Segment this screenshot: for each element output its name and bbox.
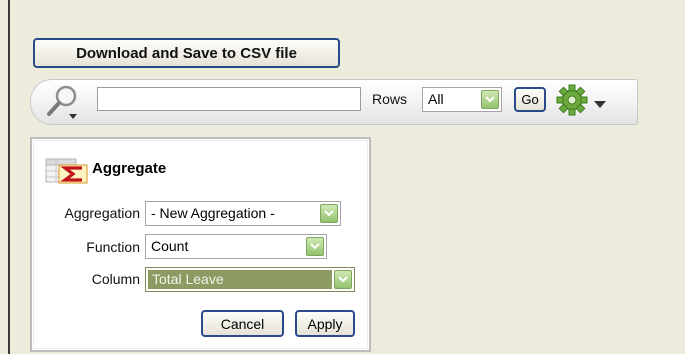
rows-label: Rows <box>372 91 408 107</box>
dropdown-arrow-icon[interactable] <box>481 90 499 109</box>
dropdown-arrow-icon[interactable] <box>334 270 352 289</box>
gear-icon[interactable] <box>556 84 612 116</box>
dropdown-arrow-icon[interactable] <box>306 237 324 256</box>
sigma-table-icon <box>45 158 88 184</box>
rows-select-value: All <box>428 91 444 107</box>
search-input[interactable] <box>97 87 361 111</box>
function-select-value: Count <box>151 238 189 254</box>
column-label: Column <box>91 271 140 287</box>
left-border <box>8 0 10 354</box>
download-csv-button[interactable]: Download and Save to CSV file <box>33 38 340 68</box>
dropdown-arrow-icon[interactable] <box>320 204 338 223</box>
go-button[interactable]: Go <box>514 87 546 112</box>
aggregation-select[interactable]: - New Aggregation - <box>145 201 341 226</box>
panel-title: Aggregate <box>92 160 167 177</box>
column-select-value: Total Leave <box>148 270 332 289</box>
aggregation-select-value: - New Aggregation - <box>151 205 275 221</box>
rows-select[interactable]: All <box>422 87 502 112</box>
column-select[interactable]: Total Leave <box>145 267 355 292</box>
cancel-button[interactable]: Cancel <box>201 310 284 337</box>
function-select[interactable]: Count <box>145 234 327 259</box>
function-label: Function <box>86 239 140 255</box>
magnifier-icon[interactable] <box>45 84 89 122</box>
aggregation-label: Aggregation <box>64 205 140 221</box>
apply-button[interactable]: Apply <box>295 310 355 337</box>
